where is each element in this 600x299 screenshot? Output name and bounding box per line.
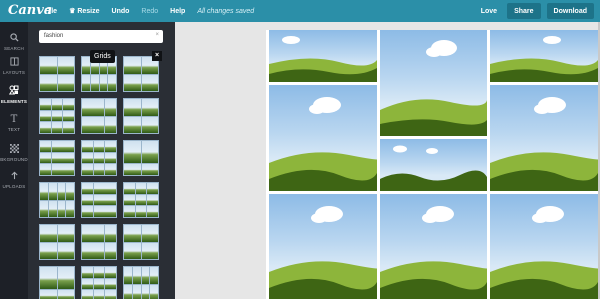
grid-thumbnail[interactable] bbox=[123, 56, 159, 92]
grid-photo-cell[interactable] bbox=[269, 85, 377, 191]
left-rail: SEARCH LAYOUTS ELEMENTS T TEXT BKGROUND bbox=[0, 22, 28, 299]
rail-item-text[interactable]: T TEXT bbox=[0, 112, 28, 140]
love-label[interactable]: Love bbox=[481, 8, 497, 15]
search-value: fashion bbox=[44, 33, 64, 39]
grid-thumbnails bbox=[39, 56, 163, 299]
elements-icon bbox=[0, 85, 28, 97]
rail-label-text: TEXT bbox=[7, 127, 21, 132]
save-status: All changes saved bbox=[197, 7, 255, 15]
menu-resize[interactable]: ♛ Resize bbox=[69, 7, 99, 15]
tooltip-close-icon[interactable]: × bbox=[152, 51, 162, 61]
grid-thumbnail[interactable] bbox=[39, 224, 75, 260]
grid-thumbnail[interactable] bbox=[81, 98, 117, 134]
share-button[interactable]: Share bbox=[507, 3, 541, 19]
search-icon bbox=[0, 33, 28, 44]
upload-icon bbox=[0, 171, 28, 182]
rail-label-uploads: UPLOADS bbox=[2, 184, 26, 189]
grid-thumbnail[interactable] bbox=[81, 140, 117, 176]
search-input[interactable]: fashion × bbox=[39, 30, 163, 43]
rail-label-search: SEARCH bbox=[4, 46, 24, 51]
grid-photo-cell[interactable] bbox=[490, 194, 598, 299]
grid-thumbnail[interactable] bbox=[81, 266, 117, 299]
grid-thumbnail[interactable] bbox=[39, 98, 75, 134]
download-button[interactable]: Download bbox=[546, 3, 594, 19]
menu-file[interactable]: File bbox=[45, 8, 57, 15]
menu-resize-label: Resize bbox=[77, 8, 100, 15]
grid-photo-cell[interactable] bbox=[269, 194, 377, 299]
clear-search-icon[interactable]: × bbox=[155, 32, 159, 38]
grid-thumbnail[interactable] bbox=[39, 140, 75, 176]
grid-thumbnail[interactable] bbox=[39, 266, 75, 299]
grid-photo-cell[interactable] bbox=[380, 30, 487, 136]
top-right-actions: Love Share Download bbox=[481, 3, 594, 19]
grids-tooltip: Grids bbox=[90, 50, 115, 63]
grid-thumbnail[interactable] bbox=[123, 266, 159, 299]
rail-item-uploads[interactable]: UPLOADS bbox=[0, 168, 28, 196]
menu-undo[interactable]: Undo bbox=[112, 8, 130, 15]
grid-thumbnail[interactable] bbox=[81, 224, 117, 260]
grid-thumbnail[interactable] bbox=[123, 224, 159, 260]
grid-photo-cell[interactable] bbox=[380, 194, 487, 299]
top-bar: Canva File ♛ Resize Undo Redo Help All ch… bbox=[0, 0, 600, 22]
elements-panel: fashion × Grids × bbox=[28, 22, 175, 299]
canva-editor: Canva File ♛ Resize Undo Redo Help All ch… bbox=[0, 0, 600, 299]
grid-photo-cell[interactable] bbox=[269, 30, 377, 82]
grid-photo-cell[interactable] bbox=[490, 85, 598, 191]
rail-label-layouts: LAYOUTS bbox=[2, 70, 26, 75]
menu-redo[interactable]: Redo bbox=[141, 8, 158, 15]
grid-thumbnail[interactable] bbox=[123, 182, 159, 218]
menu-help[interactable]: Help bbox=[170, 8, 185, 15]
rail-item-background[interactable]: BKGROUND bbox=[0, 141, 28, 169]
grid-photo-cell[interactable] bbox=[380, 139, 487, 191]
menu-bar: File ♛ Resize Undo Redo Help All changes … bbox=[45, 0, 266, 22]
grid-thumbnail[interactable] bbox=[39, 56, 75, 92]
text-icon: T bbox=[10, 114, 18, 125]
layouts-icon bbox=[0, 57, 28, 68]
design-page[interactable] bbox=[266, 30, 600, 299]
rail-item-elements[interactable]: ELEMENTS bbox=[0, 82, 28, 110]
grid-thumbnail[interactable] bbox=[81, 182, 117, 218]
rail-item-layouts[interactable]: LAYOUTS bbox=[0, 54, 28, 82]
background-icon bbox=[0, 144, 28, 155]
grid-thumbnail[interactable] bbox=[39, 182, 75, 218]
grid-photo-cell[interactable] bbox=[490, 30, 598, 82]
grid-thumbnail[interactable] bbox=[123, 98, 159, 134]
rail-label-background: BKGROUND bbox=[0, 157, 28, 162]
rail-label-elements: ELEMENTS bbox=[0, 99, 28, 104]
crown-icon: ♛ bbox=[69, 8, 76, 15]
grid-thumbnail[interactable] bbox=[123, 140, 159, 176]
